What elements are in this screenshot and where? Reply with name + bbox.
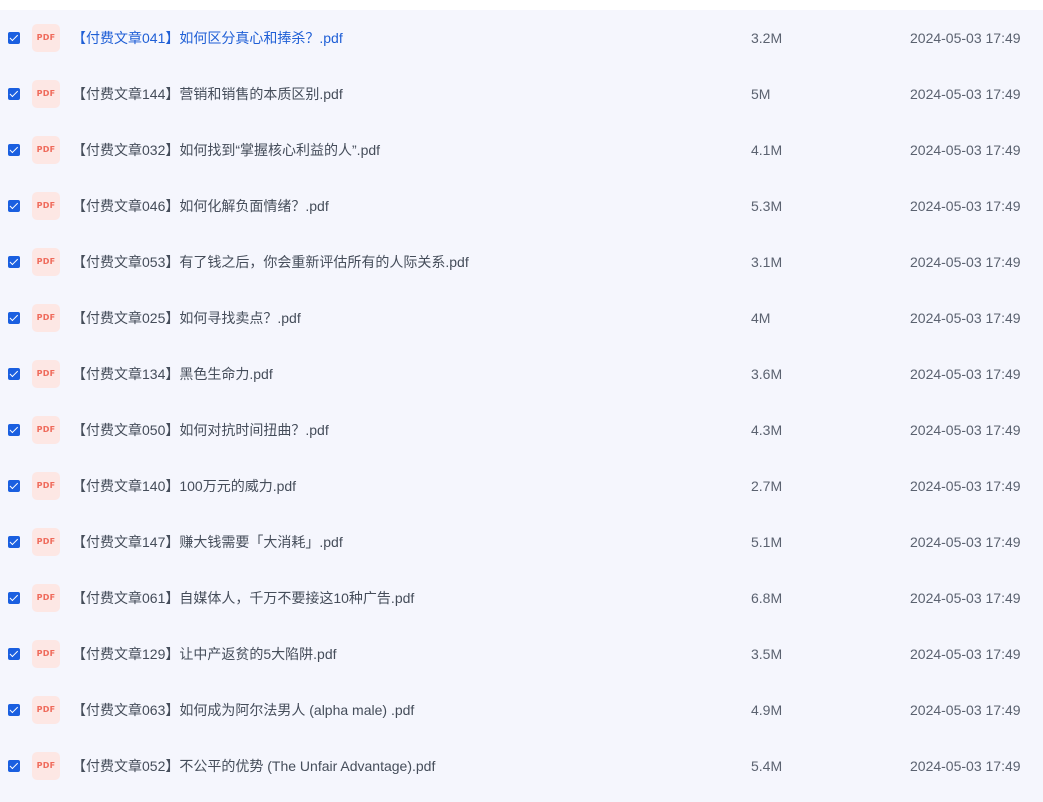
file-checkbox[interactable] (8, 480, 20, 492)
file-checkbox[interactable] (8, 312, 20, 324)
file-name-link[interactable]: 【付费文章129】让中产返贫的5大陷阱.pdf (72, 626, 337, 682)
file-name-link[interactable]: 【付费文章046】如何化解负面情绪？.pdf (72, 178, 329, 234)
file-name-link[interactable]: 【付费文章052】不公平的优势 (The Unfair Advantage).p… (72, 738, 435, 794)
file-size: 3.5M (751, 646, 783, 662)
file-name-link[interactable]: 【付费文章053】有了钱之后，你会重新评估所有的人际关系.pdf (72, 234, 469, 290)
pdf-file-icon: PDF (32, 248, 60, 276)
pdf-file-icon: PDF (32, 304, 60, 332)
file-row[interactable]: PDF 【付费文章063】如何成为阿尔法男人 (alpha male) .pdf 4… (0, 682, 1043, 738)
file-row[interactable]: PDF 【付费文章061】自媒体人，千万不要接这10种广告.pdf 6.8M 2024… (0, 570, 1043, 626)
file-name-link[interactable]: 【付费文章061】自媒体人，千万不要接这10种广告.pdf (72, 570, 414, 626)
file-row[interactable]: PDF 【付费文章032】如何找到“掌握核心利益的人”.pdf 4.1M 2024-0… (0, 122, 1043, 178)
file-checkbox[interactable] (8, 424, 20, 436)
file-name-link[interactable]: 【付费文章144】营销和销售的本质区别.pdf (72, 66, 343, 122)
file-checkbox[interactable] (8, 256, 20, 268)
file-name-link[interactable]: 【付费文章032】如何找到“掌握核心利益的人”.pdf (72, 122, 380, 178)
pdf-file-icon: PDF (32, 136, 60, 164)
file-size: 4.3M (751, 422, 783, 438)
file-date: 2024-05-03 17:49 (910, 422, 1021, 438)
pdf-file-icon: PDF (32, 584, 60, 612)
file-date: 2024-05-03 17:49 (910, 30, 1021, 46)
file-size: 5.4M (751, 758, 783, 774)
file-row[interactable]: PDF 【付费文章046】如何化解负面情绪？.pdf 5.3M 2024-05-03 … (0, 178, 1043, 234)
file-date: 2024-05-03 17:49 (910, 86, 1021, 102)
file-name-link[interactable]: 【付费文章140】100万元的威力.pdf (72, 458, 296, 514)
file-date: 2024-05-03 17:49 (910, 254, 1021, 270)
file-size: 3.1M (751, 254, 783, 270)
pdf-file-icon: PDF (32, 24, 60, 52)
file-date: 2024-05-03 17:49 (910, 590, 1021, 606)
file-date: 2024-05-03 17:49 (910, 758, 1021, 774)
file-size: 6.8M (751, 590, 783, 606)
file-size: 3.2M (751, 30, 783, 46)
file-row[interactable]: PDF 【付费文章050】如何对抗时间扭曲？.pdf 4.3M 2024-05-03 … (0, 402, 1043, 458)
file-date: 2024-05-03 17:49 (910, 198, 1021, 214)
file-name-link[interactable]: 【付费文章025】如何寻找卖点？.pdf (72, 290, 301, 346)
file-name-link[interactable]: 【付费文章041】如何区分真心和捧杀？.pdf (72, 10, 343, 66)
file-size: 4.9M (751, 702, 783, 718)
file-row[interactable]: PDF 【付费文章144】营销和销售的本质区别.pdf 5M 2024-05-03 1… (0, 66, 1043, 122)
pdf-file-icon: PDF (32, 528, 60, 556)
file-size: 5.1M (751, 534, 783, 550)
file-date: 2024-05-03 17:49 (910, 646, 1021, 662)
pdf-file-icon: PDF (32, 80, 60, 108)
file-date: 2024-05-03 17:49 (910, 310, 1021, 326)
file-checkbox[interactable] (8, 760, 20, 772)
file-row[interactable]: PDF 【付费文章041】如何区分真心和捧杀？.pdf 3.2M 2024-05-03… (0, 10, 1043, 66)
file-name-link[interactable]: 【付费文章147】赚大钱需要「大消耗」.pdf (72, 514, 343, 570)
file-size: 2.7M (751, 478, 783, 494)
pdf-file-icon: PDF (32, 416, 60, 444)
file-name-link[interactable]: 【付费文章134】黑色生命力.pdf (72, 346, 273, 402)
file-size: 4.1M (751, 142, 783, 158)
file-checkbox[interactable] (8, 32, 20, 44)
file-checkbox[interactable] (8, 592, 20, 604)
file-date: 2024-05-03 17:49 (910, 142, 1021, 158)
file-row[interactable]: PDF 【付费文章147】赚大钱需要「大消耗」.pdf 5.1M 2024-05-03… (0, 514, 1043, 570)
file-checkbox[interactable] (8, 368, 20, 380)
file-row[interactable]: PDF 【付费文章025】如何寻找卖点？.pdf 4M 2024-05-03 17:4… (0, 290, 1043, 346)
file-list: PDF 【付费文章041】如何区分真心和捧杀？.pdf 3.2M 2024-05-03… (0, 10, 1043, 802)
file-size: 5.3M (751, 198, 783, 214)
file-row[interactable]: PDF 【付费文章052】不公平的优势 (The Unfair Advantage… (0, 738, 1043, 794)
pdf-file-icon: PDF (32, 752, 60, 780)
file-row[interactable]: PDF 【付费文章053】有了钱之后，你会重新评估所有的人际关系.pdf 3.1M 2… (0, 234, 1043, 290)
file-date: 2024-05-03 17:49 (910, 366, 1021, 382)
file-checkbox[interactable] (8, 648, 20, 660)
pdf-file-icon: PDF (32, 640, 60, 668)
pdf-file-icon: PDF (32, 696, 60, 724)
file-name-link[interactable]: 【付费文章050】如何对抗时间扭曲？.pdf (72, 402, 329, 458)
file-date: 2024-05-03 17:49 (910, 478, 1021, 494)
file-checkbox[interactable] (8, 704, 20, 716)
file-date: 2024-05-03 17:49 (910, 702, 1021, 718)
file-date: 2024-05-03 17:49 (910, 534, 1021, 550)
file-checkbox[interactable] (8, 200, 20, 212)
file-size: 3.6M (751, 366, 783, 382)
file-checkbox[interactable] (8, 88, 20, 100)
file-size: 5M (751, 86, 771, 102)
pdf-file-icon: PDF (32, 192, 60, 220)
file-checkbox[interactable] (8, 536, 20, 548)
file-name-link[interactable]: 【付费文章063】如何成为阿尔法男人 (alpha male) .pdf (72, 682, 414, 738)
pdf-file-icon: PDF (32, 472, 60, 500)
file-row[interactable]: PDF 【付费文章129】让中产返贫的5大陷阱.pdf 3.5M 2024-05-03… (0, 626, 1043, 682)
file-size: 4M (751, 310, 771, 326)
file-row[interactable]: PDF 【付费文章134】黑色生命力.pdf 3.6M 2024-05-03 17:4… (0, 346, 1043, 402)
pdf-file-icon: PDF (32, 360, 60, 388)
file-row[interactable]: PDF 【付费文章140】100万元的威力.pdf 2.7M 2024-05-03 1… (0, 458, 1043, 514)
file-checkbox[interactable] (8, 144, 20, 156)
